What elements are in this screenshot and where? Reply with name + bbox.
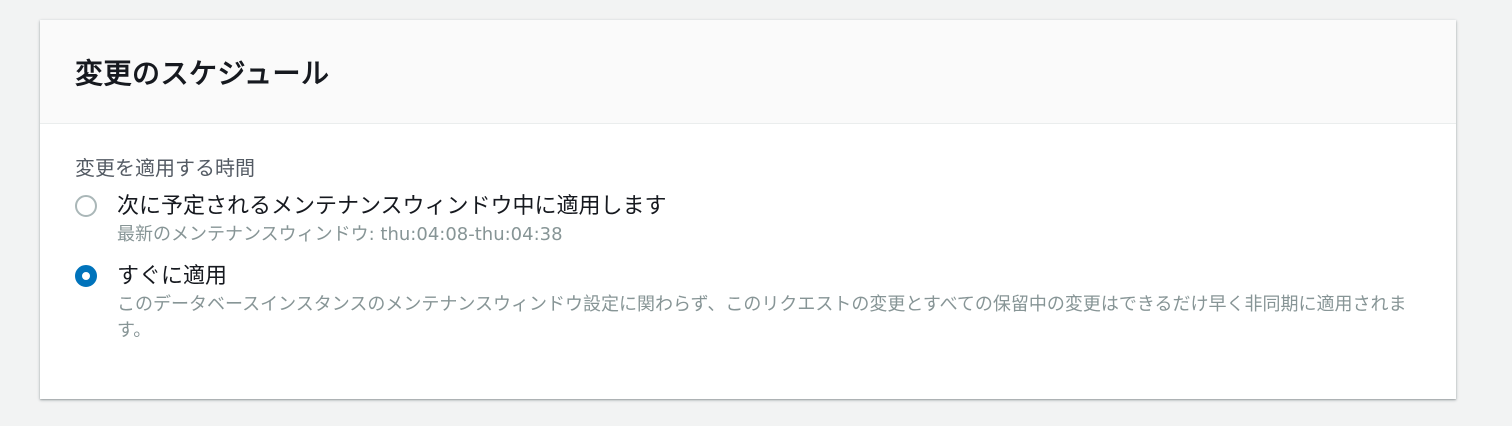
- radio-text: 次に予定されるメンテナンスウィンドウ中に適用します 最新のメンテナンスウィンドウ…: [117, 192, 667, 248]
- radio-description-apply-immediately: このデータベースインスタンスのメンテナンスウィンドウ設定に関わらず、このリクエス…: [117, 294, 1407, 341]
- card-header: 変更のスケジュール: [40, 20, 1456, 124]
- radio-description-next-maintenance: 最新のメンテナンスウィンドウ: thu:04:08-thu:04:38: [117, 224, 563, 245]
- apply-time-label: 変更を適用する時間: [75, 156, 255, 180]
- card-title: 変更のスケジュール: [75, 56, 330, 90]
- radio-option-next-maintenance[interactable]: 次に予定されるメンテナンスウィンドウ中に適用します 最新のメンテナンスウィンドウ…: [75, 192, 1421, 248]
- card-body: 変更を適用する時間 次に予定されるメンテナンスウィンドウ中に適用します 最新のメ…: [40, 124, 1456, 344]
- radio-button-next-maintenance[interactable]: [75, 195, 97, 217]
- radio-option-apply-immediately[interactable]: すぐに適用 このデータベースインスタンスのメンテナンスウィンドウ設定に関わらず、…: [75, 262, 1421, 344]
- page: 変更のスケジュール 変更を適用する時間 次に予定されるメンテナンスウィンドウ中に…: [0, 0, 1512, 426]
- radio-button-apply-immediately[interactable]: [75, 265, 97, 287]
- radio-text: すぐに適用 このデータベースインスタンスのメンテナンスウィンドウ設定に関わらず、…: [117, 262, 1417, 344]
- radio-label-next-maintenance[interactable]: 次に予定されるメンテナンスウィンドウ中に適用します: [117, 192, 667, 222]
- schedule-card: 変更のスケジュール 変更を適用する時間 次に予定されるメンテナンスウィンドウ中に…: [40, 20, 1456, 399]
- radio-label-apply-immediately[interactable]: すぐに適用: [117, 262, 1417, 292]
